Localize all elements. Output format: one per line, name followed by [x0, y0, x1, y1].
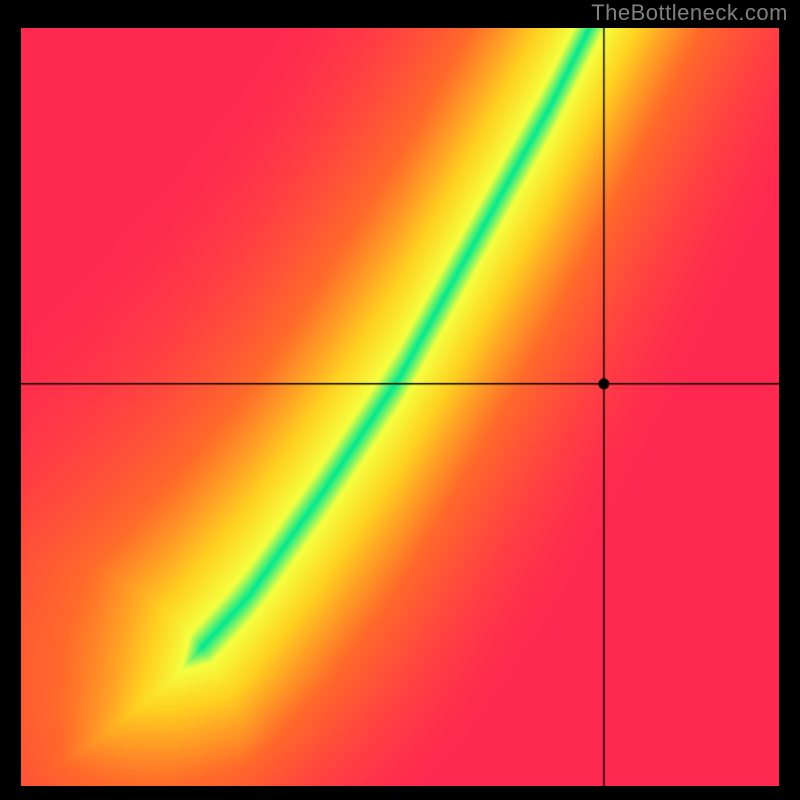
chart-container: TheBottleneck.com [0, 0, 800, 800]
bottleneck-heatmap [21, 28, 779, 786]
watermark-text: TheBottleneck.com [591, 0, 788, 26]
